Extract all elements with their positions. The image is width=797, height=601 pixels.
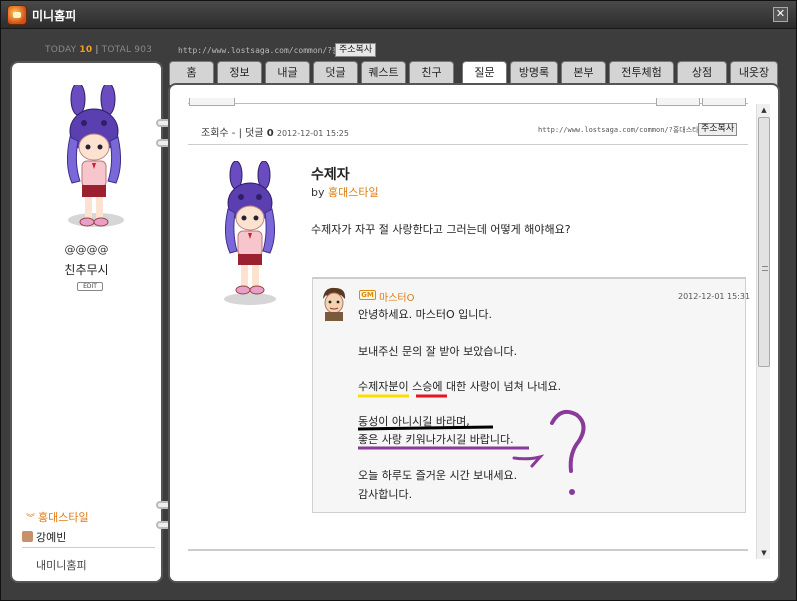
visit-counter: TODAY 10 | TOTAL 903 bbox=[45, 45, 152, 55]
post-divider bbox=[188, 144, 748, 145]
gm-avatar-icon bbox=[323, 287, 346, 321]
tab-battle-trial[interactable]: 전투체험 bbox=[609, 61, 674, 85]
answer-line: 보내주신 문의 잘 받아 보았습니다. bbox=[358, 345, 518, 358]
my-minihompy-link[interactable]: 내미니홈피 bbox=[36, 557, 87, 573]
minihompy-window: 미니홈피 ✕ TODAY 10 | TOTAL 903 http://www.l… bbox=[0, 0, 797, 601]
double-chevron-icon: ︾ bbox=[26, 514, 36, 524]
title-bar[interactable]: 미니홈피 ✕ bbox=[1, 1, 796, 29]
question-body: 수제자가 자꾸 절 사랑한다고 그러는데 어떻게 해야해요? bbox=[311, 223, 571, 236]
post-comment-count: 0 bbox=[266, 128, 274, 139]
tab-friends[interactable]: 친구 bbox=[409, 61, 454, 85]
scroll-down-arrow-icon[interactable]: ▼ bbox=[757, 547, 771, 559]
post-date: 2012-12-01 15:25 bbox=[276, 129, 349, 138]
profile-panel: @@@@ 친추무시 EDIT ︾ 홍대스타일 강예빈 내미니홈피 bbox=[10, 61, 163, 583]
tab-hq[interactable]: 본부 bbox=[561, 61, 606, 85]
scroll-grip bbox=[762, 266, 768, 271]
edit-profile-button[interactable]: EDIT bbox=[77, 282, 103, 291]
tab-info[interactable]: 정보 bbox=[217, 61, 262, 85]
post-meta: 조회수 - | 덧글 0 2012-12-01 15:25 bbox=[201, 124, 349, 139]
question-byline: by 홍대스타일 bbox=[311, 184, 379, 200]
total-label: TOTAL bbox=[101, 45, 132, 55]
friend-name: 강예빈 bbox=[36, 531, 67, 544]
close-button[interactable]: ✕ bbox=[773, 7, 788, 22]
post-views-label: 조회수 - | 덧글 bbox=[201, 128, 264, 139]
answer-line: 감사합니다. bbox=[358, 488, 413, 501]
today-label: TODAY bbox=[45, 45, 77, 55]
total-count: 903 bbox=[134, 45, 153, 55]
answerer-name[interactable]: 마스터O bbox=[379, 289, 414, 304]
question-author-link[interactable]: 홍대스타일 bbox=[328, 186, 379, 199]
tab-guestbook[interactable]: 방명록 bbox=[510, 61, 558, 85]
post-copy-address-button[interactable]: 주소복사 bbox=[698, 123, 738, 136]
toolbar-button-right-2[interactable] bbox=[702, 98, 746, 106]
friend-avatar-icon bbox=[22, 531, 33, 542]
scroll-thumb[interactable] bbox=[758, 117, 770, 367]
friend-item[interactable]: 강예빈 bbox=[22, 529, 66, 545]
scroll-up-arrow-icon[interactable]: ▲ bbox=[757, 104, 771, 116]
tab-shop[interactable]: 상점 bbox=[677, 61, 727, 85]
tab-home[interactable]: 홈 bbox=[169, 61, 214, 85]
by-label: by bbox=[311, 186, 325, 199]
copy-address-button[interactable]: 주소복사 bbox=[335, 43, 377, 57]
tab-quest[interactable]: 퀘스트 bbox=[361, 61, 406, 85]
gm-badge: GM bbox=[359, 290, 376, 300]
style-link[interactable]: ︾ 홍대스타일 bbox=[26, 509, 89, 525]
question-title: 수제자 bbox=[311, 167, 350, 183]
tab-wardrobe[interactable]: 내옷장 bbox=[730, 61, 778, 85]
profile-name: 친추무시 bbox=[64, 263, 109, 277]
answer-line: 좋은 사랑 키워나가시길 바랍니다. bbox=[358, 433, 514, 446]
style-link-label: 홍대스타일 bbox=[38, 511, 89, 524]
post-author-avatar bbox=[224, 161, 276, 305]
post-url: http://www.lostsaga.com/common/?홍대스타일 bbox=[538, 126, 706, 134]
profile-tag: @@@@ bbox=[64, 243, 109, 256]
counter-separator: | bbox=[92, 45, 102, 55]
answer-line: 안녕하세요. 마스터O 입니다. bbox=[358, 308, 492, 321]
today-count: 10 bbox=[79, 45, 93, 55]
toolbar-button-right-1[interactable] bbox=[656, 98, 700, 106]
content-scrollbar[interactable]: ▲ ▼ bbox=[756, 104, 770, 559]
profile-avatar bbox=[66, 85, 122, 227]
tab-comments[interactable]: 덧글 bbox=[313, 61, 358, 85]
toolbar-button-left[interactable] bbox=[189, 98, 235, 106]
window-title: 미니홈피 bbox=[32, 9, 77, 23]
answer-line: 수제자분이 스승에 대한 사랑이 넘쳐 나네요. bbox=[358, 380, 562, 393]
answer-date: 2012-12-01 15:31 bbox=[678, 292, 751, 301]
answer-line: 오늘 하루도 즐거운 시간 보내세요. bbox=[358, 469, 518, 482]
sidebar-divider bbox=[22, 547, 155, 548]
tab-my-posts[interactable]: 내글 bbox=[265, 61, 310, 85]
app-logo-icon bbox=[7, 5, 27, 25]
content-bottom-divider bbox=[188, 549, 748, 551]
answer-line: 동성이 아니시길 바라며, bbox=[358, 415, 470, 428]
